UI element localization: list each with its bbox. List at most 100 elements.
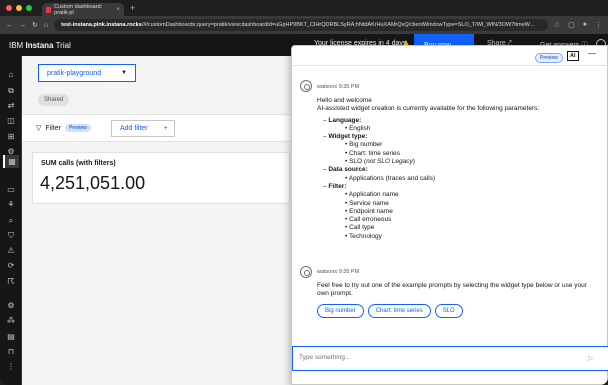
add-filter-label: Add filter	[120, 125, 148, 132]
star-icon[interactable]: ☆	[554, 21, 560, 29]
list-item: – Data source:	[323, 166, 368, 174]
prompt-text-line2: own prompt.	[317, 290, 353, 298]
list-item: • English	[345, 124, 371, 132]
new-tab-icon[interactable]: +	[130, 3, 135, 13]
tab-bar: Custom dashboard: pratik-pl × +	[0, 0, 608, 16]
message-sender: watsonx 9:35 PM	[317, 84, 360, 90]
list-item: • SLO (not SLO Legacy)	[345, 158, 415, 166]
prompt-text-line1: Feel free to try out one of the example …	[317, 282, 587, 289]
back-icon[interactable]: ←	[6, 22, 13, 29]
list-item-label: Endpoint name	[349, 207, 393, 215]
list-item: • Application name	[345, 191, 399, 199]
list-item: • Technology	[345, 232, 382, 240]
widget-title: SUM calls (with filters)	[41, 160, 116, 167]
platforms-nav-icon[interactable]: ⊞	[6, 132, 16, 141]
services-nav-icon[interactable]: ⇄	[6, 101, 16, 110]
list-item: • Applications (traces and calls)	[345, 174, 436, 182]
list-item-label: Technology	[348, 232, 382, 240]
list-item-label: Application name	[348, 191, 399, 199]
list-item-label-italic: not SLO Legacy	[366, 158, 413, 166]
chat-input[interactable]	[299, 354, 559, 361]
address-bar-row: ← → ↻ ⌂ test-instana.pink.instana.rocks /…	[0, 16, 608, 34]
list-item-label: SLO (	[349, 158, 367, 166]
list-item: • Big number	[345, 141, 383, 149]
close-tab-icon[interactable]: ×	[116, 7, 120, 13]
dashboard-selector-value: pratik-playground	[47, 69, 102, 77]
more-nav-icon[interactable]: ⋮	[6, 362, 16, 371]
list-heading: Data source:	[328, 166, 368, 174]
favicon-icon	[46, 6, 52, 13]
filter-control[interactable]: ▽ Filter Preview	[36, 124, 91, 132]
analytics-nav-icon[interactable]: ⚘	[6, 200, 16, 209]
forward-icon[interactable]: →	[19, 22, 26, 29]
url-path: /#/customDashboards;query=pratik/view;da…	[141, 22, 535, 28]
filter-icon: ▽	[36, 125, 42, 132]
lock-nav-icon[interactable]: ⊓	[6, 347, 16, 356]
url-bar[interactable]: test-instana.pink.instana.rocks/#/custom…	[54, 19, 548, 31]
list-item: – Widget type:	[323, 133, 368, 141]
list-item-label: Chart: time series	[349, 149, 401, 157]
profile-icon[interactable]: ●	[583, 21, 587, 29]
greeting-text: Hello and welcome	[317, 97, 372, 104]
dashboards-nav-icon[interactable]: ▦	[3, 155, 19, 168]
list-item: • Call erroneous	[345, 216, 392, 224]
browser-tab[interactable]: Custom dashboard: pratik-pl ×	[42, 3, 124, 16]
home-nav-icon[interactable]: ⌂	[6, 70, 16, 79]
panel-header: Preview AI —	[292, 46, 608, 66]
window-controls	[6, 5, 32, 11]
ai-label: AI	[567, 51, 579, 61]
alerts-nav-icon[interactable]: ⟳	[6, 261, 16, 270]
brand-logo[interactable]: IBM Instana Trial	[9, 41, 71, 50]
home-icon[interactable]: ⌂	[44, 22, 48, 29]
big-number-widget[interactable]: SUM calls (with filters) 4,251,051.00	[32, 152, 290, 204]
url-host: test-instana.pink.instana.rocks	[61, 22, 142, 28]
tab-title: Custom dashboard: pratik-pl	[54, 3, 103, 16]
reload-icon[interactable]: ↻	[32, 21, 38, 29]
intro-text: AI-assisted widget creation is currently…	[317, 105, 540, 113]
list-item-label: Big number	[349, 141, 383, 149]
close-window-button[interactable]	[6, 5, 12, 11]
chevron-down-icon: ▼	[121, 70, 127, 76]
send-icon[interactable]: ▷	[588, 354, 593, 362]
message-sender: watsonx 9:35 PM	[317, 269, 360, 275]
list-heading: Filter:	[328, 182, 347, 190]
minimize-window-button[interactable]	[16, 5, 22, 11]
search-nav-icon[interactable]: ⌕	[6, 216, 16, 225]
infrastructure-nav-icon[interactable]: ▭	[6, 185, 16, 194]
chat-input-box: ▷	[292, 346, 608, 371]
list-item: • Chart: time series	[345, 149, 401, 157]
time-series-prompt-button[interactable]: Chart: time series	[367, 304, 431, 318]
welcome-message: Hello and welcome AI-assisted widget cre…	[317, 97, 539, 241]
brand-suffix: Trial	[55, 40, 71, 50]
slo-prompt-button[interactable]: SLO	[434, 304, 463, 318]
big-number-prompt-button[interactable]: Big number	[317, 304, 364, 318]
menu-icon[interactable]: ⋮	[595, 21, 602, 29]
ai-assistant-panel: Preview AI — watsonx 9:35 PM Hello and w…	[291, 45, 608, 385]
agents-nav-icon[interactable]: ⁂	[6, 316, 16, 325]
synthetic-nav-icon[interactable]: ☈	[6, 277, 16, 286]
list-item-label: Call erroneous	[349, 216, 392, 224]
dashboard-selector[interactable]: pratik-playground ▼	[38, 64, 136, 82]
plus-icon: +	[163, 125, 168, 132]
example-prompts: Big number Chart: time series SLO	[317, 304, 463, 318]
list-item-label: Call type	[349, 224, 375, 232]
list-item-label-end: )	[412, 158, 415, 166]
maximize-window-button[interactable]	[26, 5, 32, 11]
list-item: • Endpoint name	[345, 207, 393, 215]
extensions-icon[interactable]: ▢	[568, 21, 575, 29]
minimize-panel-icon[interactable]: —	[588, 49, 596, 58]
browser-window: Custom dashboard: pratik-pl × + ← → ↻ ⌂ …	[0, 0, 608, 385]
list-heading: Language:	[328, 116, 362, 124]
apps-nav-icon[interactable]: ⧉	[6, 86, 16, 95]
security-nav-icon[interactable]: ⛉	[6, 231, 16, 240]
add-filter-button[interactable]: Add filter +	[111, 120, 175, 137]
config-nav-icon[interactable]: ⚙	[6, 301, 16, 310]
websites-nav-icon[interactable]: ◫	[6, 116, 16, 125]
brand-name: Instana	[25, 40, 54, 50]
watsonx-avatar-icon	[300, 266, 312, 278]
docs-nav-icon[interactable]: ▤	[6, 332, 16, 341]
events-nav-icon[interactable]: ⚠	[6, 246, 16, 255]
list-item: • Call type	[345, 224, 375, 232]
filter-label: Filter	[45, 124, 61, 132]
left-nav: ⌂ ⧉ ⇄ ◫ ⊞ ⚙ ▦ ▭ ⚘ ⌕ ⛉ ⚠ ⟳ ☈ ⚙ ⁂ ▤ ⊓ ⋮	[0, 56, 22, 385]
